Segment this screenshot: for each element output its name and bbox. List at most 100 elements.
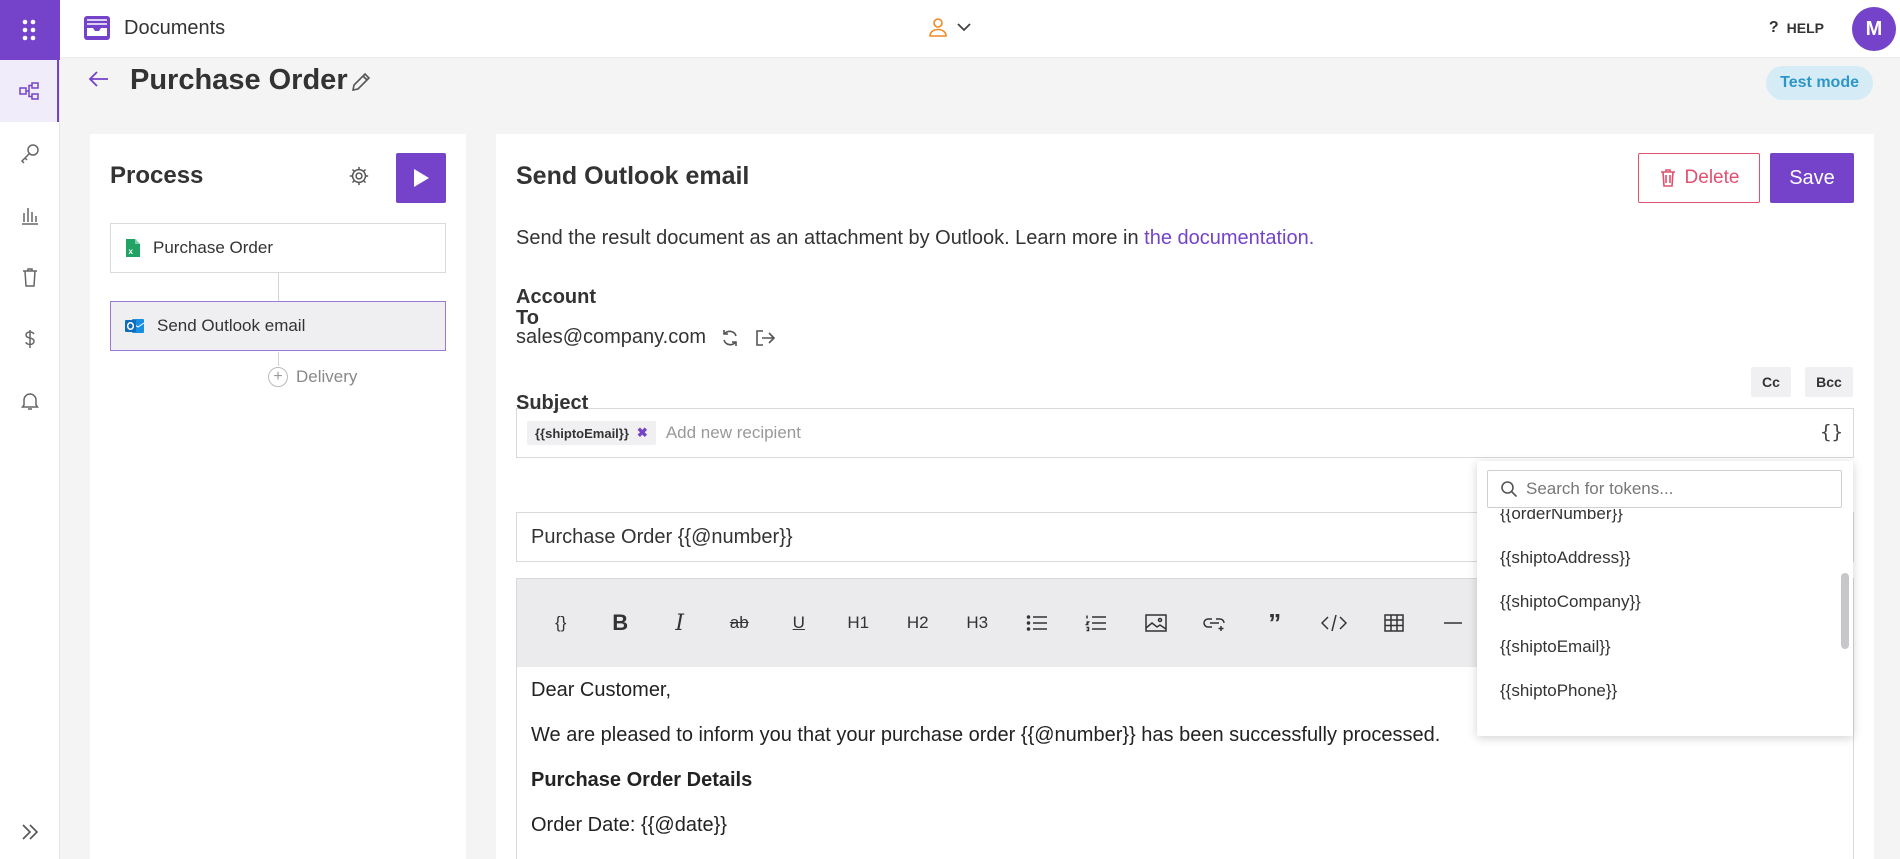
token-list: {{orderNumber}} {{shiptoAddress}} {{ship…	[1477, 509, 1853, 734]
step-description: Send the result document as an attachmen…	[516, 227, 1314, 250]
blockquote-tool[interactable]: ”	[1245, 608, 1305, 639]
recipient-placeholder[interactable]: Add new recipient	[666, 423, 801, 443]
documents-box-icon	[84, 16, 110, 40]
delete-button[interactable]: Delete	[1638, 153, 1760, 203]
plus-circle-icon: +	[268, 367, 288, 387]
strikethrough-tool[interactable]: ab	[710, 613, 770, 633]
help-link[interactable]: ? HELP	[1769, 19, 1824, 37]
dollar-icon	[24, 330, 35, 348]
token-list-scrollbar[interactable]	[1841, 573, 1849, 649]
numbered-list-tool[interactable]	[1067, 614, 1127, 632]
rail-item-billing[interactable]	[0, 308, 59, 370]
user-switch-menu[interactable]	[928, 17, 972, 37]
rail-item-notifications[interactable]	[0, 370, 59, 432]
token-item[interactable]: {{shiptoPhone}}	[1500, 681, 1617, 701]
recipient-chip[interactable]: {{shiptoEmail}} ✖	[527, 421, 656, 445]
step-connector	[278, 352, 279, 366]
table-icon	[1384, 614, 1404, 632]
to-label: To	[516, 307, 539, 329]
workflow-icon	[18, 82, 39, 100]
key-icon	[20, 144, 39, 164]
italic-tool[interactable]: I	[650, 611, 710, 636]
heading3-tool[interactable]: H3	[948, 613, 1008, 633]
step-label: Purchase Order	[153, 238, 273, 257]
account-label: Account	[516, 286, 596, 308]
rail-item-workflows[interactable]	[0, 60, 59, 122]
arrow-left-icon	[88, 71, 108, 87]
expand-rail-button[interactable]	[0, 821, 60, 843]
link-tool[interactable]	[1186, 614, 1246, 632]
code-tool[interactable]	[1305, 614, 1365, 632]
excel-file-icon: x	[126, 239, 140, 257]
process-settings-button[interactable]	[348, 165, 370, 192]
process-step-send-outlook-email[interactable]: Send Outlook email	[110, 301, 446, 351]
help-icon: ?	[1768, 19, 1779, 36]
token-item[interactable]: {{shiptoAddress}}	[1500, 548, 1630, 568]
gear-icon	[349, 166, 369, 186]
table-tool[interactable]	[1364, 614, 1424, 632]
save-button[interactable]: Save	[1770, 153, 1854, 203]
step-label: Send Outlook email	[157, 316, 306, 335]
image-tool[interactable]	[1126, 614, 1186, 632]
delivery-label: Delivery	[296, 367, 358, 386]
bullet-list-icon	[1026, 615, 1047, 631]
insert-token-button[interactable]: {}	[1820, 421, 1843, 443]
help-label: HELP	[1786, 20, 1824, 36]
body-heading: Purchase Order Details	[531, 769, 753, 791]
delete-label: Delete	[1684, 167, 1740, 188]
heading1-tool[interactable]: H1	[829, 613, 889, 633]
user-avatar[interactable]: M	[1852, 7, 1896, 51]
token-item[interactable]: {{orderNumber}}	[1500, 509, 1623, 524]
edit-title-button[interactable]	[350, 71, 372, 98]
body-paragraph: Order Date: {{@date}}	[531, 814, 727, 836]
svg-text:x: x	[129, 247, 134, 256]
bullet-list-tool[interactable]	[1007, 614, 1067, 632]
back-button[interactable]	[88, 70, 110, 93]
description-text: Send the result document as an attachmen…	[516, 227, 1145, 249]
outlook-icon	[125, 319, 145, 333]
recipient-chip-label: {{shiptoEmail}}	[535, 425, 629, 441]
step-connector	[278, 273, 279, 301]
subject-label: Subject	[516, 392, 589, 414]
apps-grid-icon	[22, 19, 36, 41]
refresh-account-button[interactable]	[720, 328, 740, 348]
underline-tool[interactable]: U	[769, 613, 829, 633]
refresh-icon	[723, 329, 737, 346]
token-item[interactable]: {{shiptoCompany}}	[1500, 592, 1641, 612]
token-search-box[interactable]	[1487, 470, 1842, 508]
token-item[interactable]: {{shiptoEmail}}	[1500, 637, 1611, 657]
pencil-icon	[351, 72, 371, 92]
to-recipients-field[interactable]: {{shiptoEmail}} ✖ Add new recipient {}	[516, 408, 1854, 458]
remove-recipient-icon[interactable]: ✖	[637, 425, 648, 441]
trash-icon	[22, 268, 37, 287]
bell-icon	[20, 393, 39, 410]
bcc-button[interactable]: Bcc	[1805, 367, 1853, 397]
rail-item-keys[interactable]	[0, 122, 59, 184]
bar-chart-icon	[21, 208, 38, 225]
documentation-link[interactable]: the documentation.	[1144, 227, 1314, 249]
page-title: Purchase Order	[130, 64, 348, 96]
rail-item-analytics[interactable]	[0, 184, 59, 246]
process-step-purchase-order[interactable]: x Purchase Order	[110, 223, 446, 273]
logout-account-button[interactable]	[754, 328, 776, 348]
run-process-button[interactable]	[396, 153, 446, 203]
link-icon	[1203, 618, 1225, 631]
cc-button[interactable]: Cc	[1751, 367, 1791, 397]
test-mode-badge[interactable]: Test mode	[1766, 66, 1873, 100]
search-icon	[1500, 480, 1518, 503]
horizontal-rule-tool[interactable]	[1424, 621, 1484, 625]
token-search-input[interactable]	[1526, 479, 1826, 499]
code-icon	[1321, 614, 1348, 632]
add-delivery-button[interactable]: + Delivery	[268, 367, 357, 387]
numbered-list-icon	[1085, 615, 1107, 632]
insert-token-tool[interactable]: {}	[531, 613, 591, 633]
app-name: Documents	[124, 16, 226, 39]
step-title: Send Outlook email	[516, 162, 750, 190]
apps-grid-button[interactable]	[0, 0, 60, 60]
top-bar: Documents ? HELP M	[60, 0, 1900, 58]
heading2-tool[interactable]: H2	[888, 613, 948, 633]
account-email: sales@company.com	[516, 326, 706, 348]
app-brand[interactable]: Documents	[82, 14, 225, 42]
rail-item-trash[interactable]	[0, 246, 59, 308]
bold-tool[interactable]: B	[591, 610, 651, 636]
